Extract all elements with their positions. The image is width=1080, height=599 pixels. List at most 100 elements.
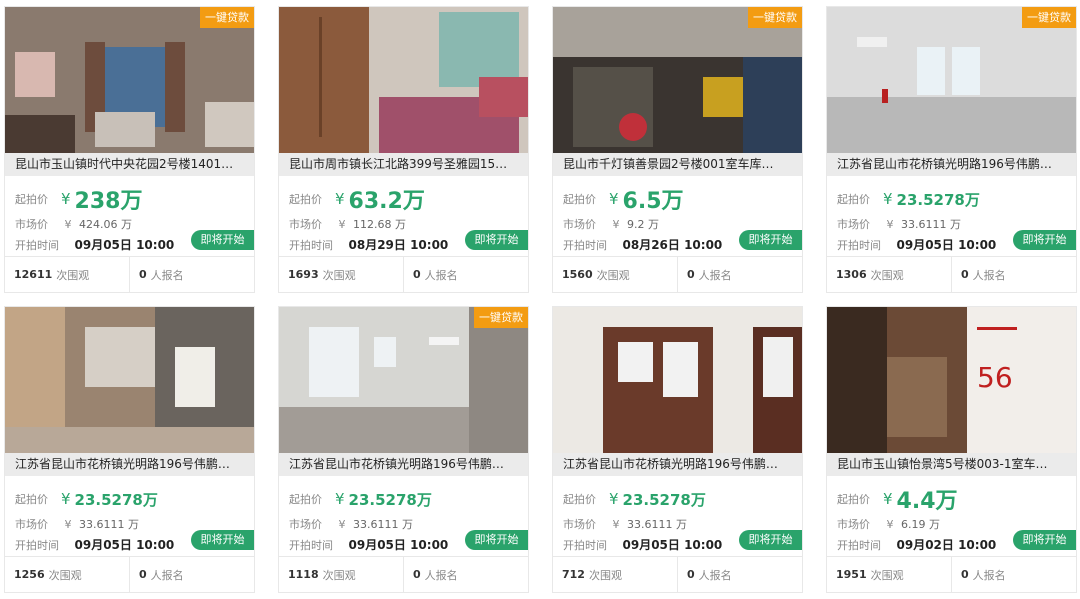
market-price-value: 33.6111 万 bbox=[353, 518, 413, 531]
views-label: 次围观 bbox=[48, 568, 82, 582]
signup-label: 人报名 bbox=[698, 568, 732, 582]
start-price-row: 起拍价 ¥ 63.2万 bbox=[289, 184, 528, 214]
market-price-label: 市场价 bbox=[563, 518, 596, 531]
listing-card-8[interactable]: 56 昆山市玉山镇怡景湾5号楼003-1室车… 起拍价 ¥ 4.4万 市场价 ¥… bbox=[826, 306, 1077, 593]
listing-photo[interactable] bbox=[279, 307, 528, 453]
signup-count: 0 人报名 bbox=[403, 257, 528, 292]
coming-soon-button[interactable]: 即将开始 bbox=[739, 230, 802, 250]
loan-tag[interactable]: 一键贷款 bbox=[200, 7, 254, 28]
signup-label: 人报名 bbox=[698, 268, 732, 282]
listing-card-3[interactable]: 一键贷款 昆山市千灯镇善景园2号楼001室车库… 起拍价 ¥ 6.5万 市场价 … bbox=[552, 6, 803, 293]
listing-title[interactable]: 昆山市玉山镇时代中央花园2号楼1401… bbox=[5, 153, 254, 176]
listing-photo[interactable] bbox=[5, 7, 254, 153]
views-count: 1256 次围观 bbox=[5, 557, 129, 592]
listing-title[interactable]: 江苏省昆山市花桥镇光明路196号伟鹏… bbox=[279, 453, 528, 476]
start-time-label: 开拍时间 bbox=[15, 539, 59, 552]
loan-tag[interactable]: 一键贷款 bbox=[748, 7, 802, 28]
views-label: 次围观 bbox=[870, 568, 904, 582]
start-price-label: 起拍价 bbox=[563, 193, 596, 206]
listing-photo[interactable] bbox=[827, 7, 1076, 153]
views-number: 712 bbox=[562, 568, 585, 581]
views-count: 1560 次围观 bbox=[553, 257, 677, 292]
start-price-currency: ¥ bbox=[61, 190, 71, 208]
listing-title[interactable]: 江苏省昆山市花桥镇光明路196号伟鹏… bbox=[827, 153, 1076, 176]
start-price-row: 起拍价 ¥ 23.5278万 bbox=[837, 184, 1076, 214]
listing-title[interactable]: 昆山市玉山镇怡景湾5号楼003-1室车… bbox=[827, 453, 1076, 476]
start-time-value: 08月29日 10:00 bbox=[348, 238, 449, 252]
loan-tag[interactable]: 一键贷款 bbox=[474, 307, 528, 328]
views-number: 12611 bbox=[14, 268, 53, 281]
market-price-label: 市场价 bbox=[837, 518, 870, 531]
market-price-currency: ¥ bbox=[64, 518, 72, 531]
start-price-row: 起拍价 ¥ 238万 bbox=[15, 184, 254, 214]
signup-number: 0 bbox=[687, 268, 695, 281]
listing-card-5[interactable]: 江苏省昆山市花桥镇光明路196号伟鹏… 起拍价 ¥ 23.5278万 市场价 ¥… bbox=[4, 306, 255, 593]
market-price-value: 33.6111 万 bbox=[901, 218, 961, 231]
coming-soon-button[interactable]: 即将开始 bbox=[191, 530, 254, 550]
signup-count: 0 人报名 bbox=[677, 557, 802, 592]
listing-title[interactable]: 江苏省昆山市花桥镇光明路196号伟鹏… bbox=[5, 453, 254, 476]
listing-photo[interactable] bbox=[5, 307, 254, 453]
start-price-row: 起拍价 ¥ 23.5278万 bbox=[15, 484, 254, 514]
signup-count: 0 人报名 bbox=[951, 557, 1076, 592]
signup-number: 0 bbox=[139, 268, 147, 281]
start-price-currency: ¥ bbox=[335, 190, 345, 208]
market-price-label: 市场价 bbox=[563, 218, 596, 231]
views-number: 1118 bbox=[288, 568, 319, 581]
coming-soon-button[interactable]: 即将开始 bbox=[739, 530, 802, 550]
listing-photo[interactable] bbox=[279, 7, 528, 153]
card-footer: 1951 次围观 0 人报名 bbox=[827, 556, 1076, 592]
signup-label: 人报名 bbox=[150, 268, 184, 282]
market-price-currency: ¥ bbox=[64, 218, 72, 231]
start-price-currency: ¥ bbox=[61, 490, 71, 508]
market-price-value: 9.2 万 bbox=[627, 218, 659, 231]
listing-title[interactable]: 江苏省昆山市花桥镇光明路196号伟鹏… bbox=[553, 453, 802, 476]
start-price-value: 4.4万 bbox=[896, 489, 958, 514]
market-price-currency: ¥ bbox=[338, 218, 346, 231]
card-footer: 1256 次围观 0 人报名 bbox=[5, 556, 254, 592]
coming-soon-button[interactable]: 即将开始 bbox=[191, 230, 254, 250]
views-number: 1560 bbox=[562, 268, 593, 281]
coming-soon-button[interactable]: 即将开始 bbox=[1013, 230, 1076, 250]
start-price-row: 起拍价 ¥ 23.5278万 bbox=[289, 484, 528, 514]
start-time-label: 开拍时间 bbox=[15, 239, 59, 252]
start-time-value: 09月05日 10:00 bbox=[74, 238, 175, 252]
coming-soon-button[interactable]: 即将开始 bbox=[465, 230, 528, 250]
listing-card-6[interactable]: 一键贷款 江苏省昆山市花桥镇光明路196号伟鹏… 起拍价 ¥ 23.5278万 … bbox=[278, 306, 529, 593]
coming-soon-button[interactable]: 即将开始 bbox=[1013, 530, 1076, 550]
views-label: 次围观 bbox=[588, 568, 622, 582]
views-label: 次围观 bbox=[56, 268, 90, 282]
market-price-label: 市场价 bbox=[15, 518, 48, 531]
views-count: 12611 次围观 bbox=[5, 257, 129, 292]
start-price-row: 起拍价 ¥ 6.5万 bbox=[563, 184, 802, 214]
signup-number: 0 bbox=[413, 268, 421, 281]
signup-count: 0 人报名 bbox=[129, 557, 254, 592]
listing-photo[interactable]: 56 bbox=[827, 307, 1076, 453]
views-number: 1306 bbox=[836, 268, 867, 281]
listing-card-2[interactable]: 昆山市周市镇长江北路399号圣雅园15… 起拍价 ¥ 63.2万 市场价 ¥ 1… bbox=[278, 6, 529, 293]
listing-title[interactable]: 昆山市千灯镇善景园2号楼001室车库… bbox=[553, 153, 802, 176]
listing-title[interactable]: 昆山市周市镇长江北路399号圣雅园15… bbox=[279, 153, 528, 176]
coming-soon-button[interactable]: 即将开始 bbox=[465, 530, 528, 550]
views-label: 次围观 bbox=[322, 268, 356, 282]
listing-photo[interactable] bbox=[553, 7, 802, 153]
views-number: 1256 bbox=[14, 568, 45, 581]
listing-card-1[interactable]: 一键贷款 昆山市玉山镇时代中央花园2号楼1401… 起拍价 ¥ 238万 市场价… bbox=[4, 6, 255, 293]
svg-text:56: 56 bbox=[977, 361, 1013, 394]
signup-label: 人报名 bbox=[424, 268, 458, 282]
views-label: 次围观 bbox=[596, 268, 630, 282]
start-price-label: 起拍价 bbox=[837, 493, 870, 506]
listing-card-4[interactable]: 一键贷款 江苏省昆山市花桥镇光明路196号伟鹏… 起拍价 ¥ 23.5278万 … bbox=[826, 6, 1077, 293]
listing-card-7[interactable]: 江苏省昆山市花桥镇光明路196号伟鹏… 起拍价 ¥ 23.5278万 市场价 ¥… bbox=[552, 306, 803, 593]
signup-label: 人报名 bbox=[972, 568, 1006, 582]
start-price-currency: ¥ bbox=[883, 190, 893, 208]
start-price-label: 起拍价 bbox=[289, 193, 322, 206]
views-count: 1306 次围观 bbox=[827, 257, 951, 292]
start-price-label: 起拍价 bbox=[15, 193, 48, 206]
market-price-currency: ¥ bbox=[612, 218, 620, 231]
signup-number: 0 bbox=[413, 568, 421, 581]
start-price-currency: ¥ bbox=[609, 490, 619, 508]
loan-tag[interactable]: 一键贷款 bbox=[1022, 7, 1076, 28]
start-time-label: 开拍时间 bbox=[563, 239, 607, 252]
listing-photo[interactable] bbox=[553, 307, 802, 453]
